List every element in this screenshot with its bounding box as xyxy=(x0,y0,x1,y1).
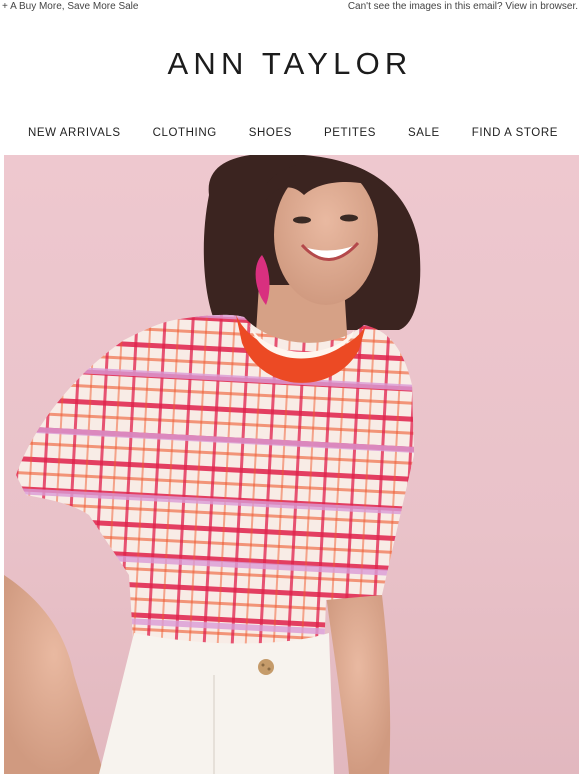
nav-clothing[interactable]: CLOTHING xyxy=(153,127,217,139)
right-arm xyxy=(326,595,391,774)
main-nav: NEW ARRIVALS CLOTHING SHOES PETITES SALE… xyxy=(0,113,580,153)
nav-sale[interactable]: SALE xyxy=(408,127,440,139)
nav-petites[interactable]: PETITES xyxy=(324,127,376,139)
hero-image[interactable] xyxy=(4,155,579,774)
view-in-browser-link[interactable]: Can't see the images in this email? View… xyxy=(348,1,578,12)
model-illustration xyxy=(4,155,421,774)
left-arm xyxy=(4,575,104,774)
sale-link[interactable]: + A Buy More, Save More Sale xyxy=(2,1,138,12)
preheader-bar: + A Buy More, Save More Sale Can't see t… xyxy=(0,0,580,13)
nav-shoes[interactable]: SHOES xyxy=(249,127,292,139)
nav-new-arrivals[interactable]: NEW ARRIVALS xyxy=(28,127,121,139)
nav-find-a-store[interactable]: FIND A STORE xyxy=(472,127,558,139)
pants-button xyxy=(258,659,274,675)
white-pants xyxy=(99,633,334,774)
brand-logo[interactable]: ANN TAYLOR xyxy=(0,13,580,113)
